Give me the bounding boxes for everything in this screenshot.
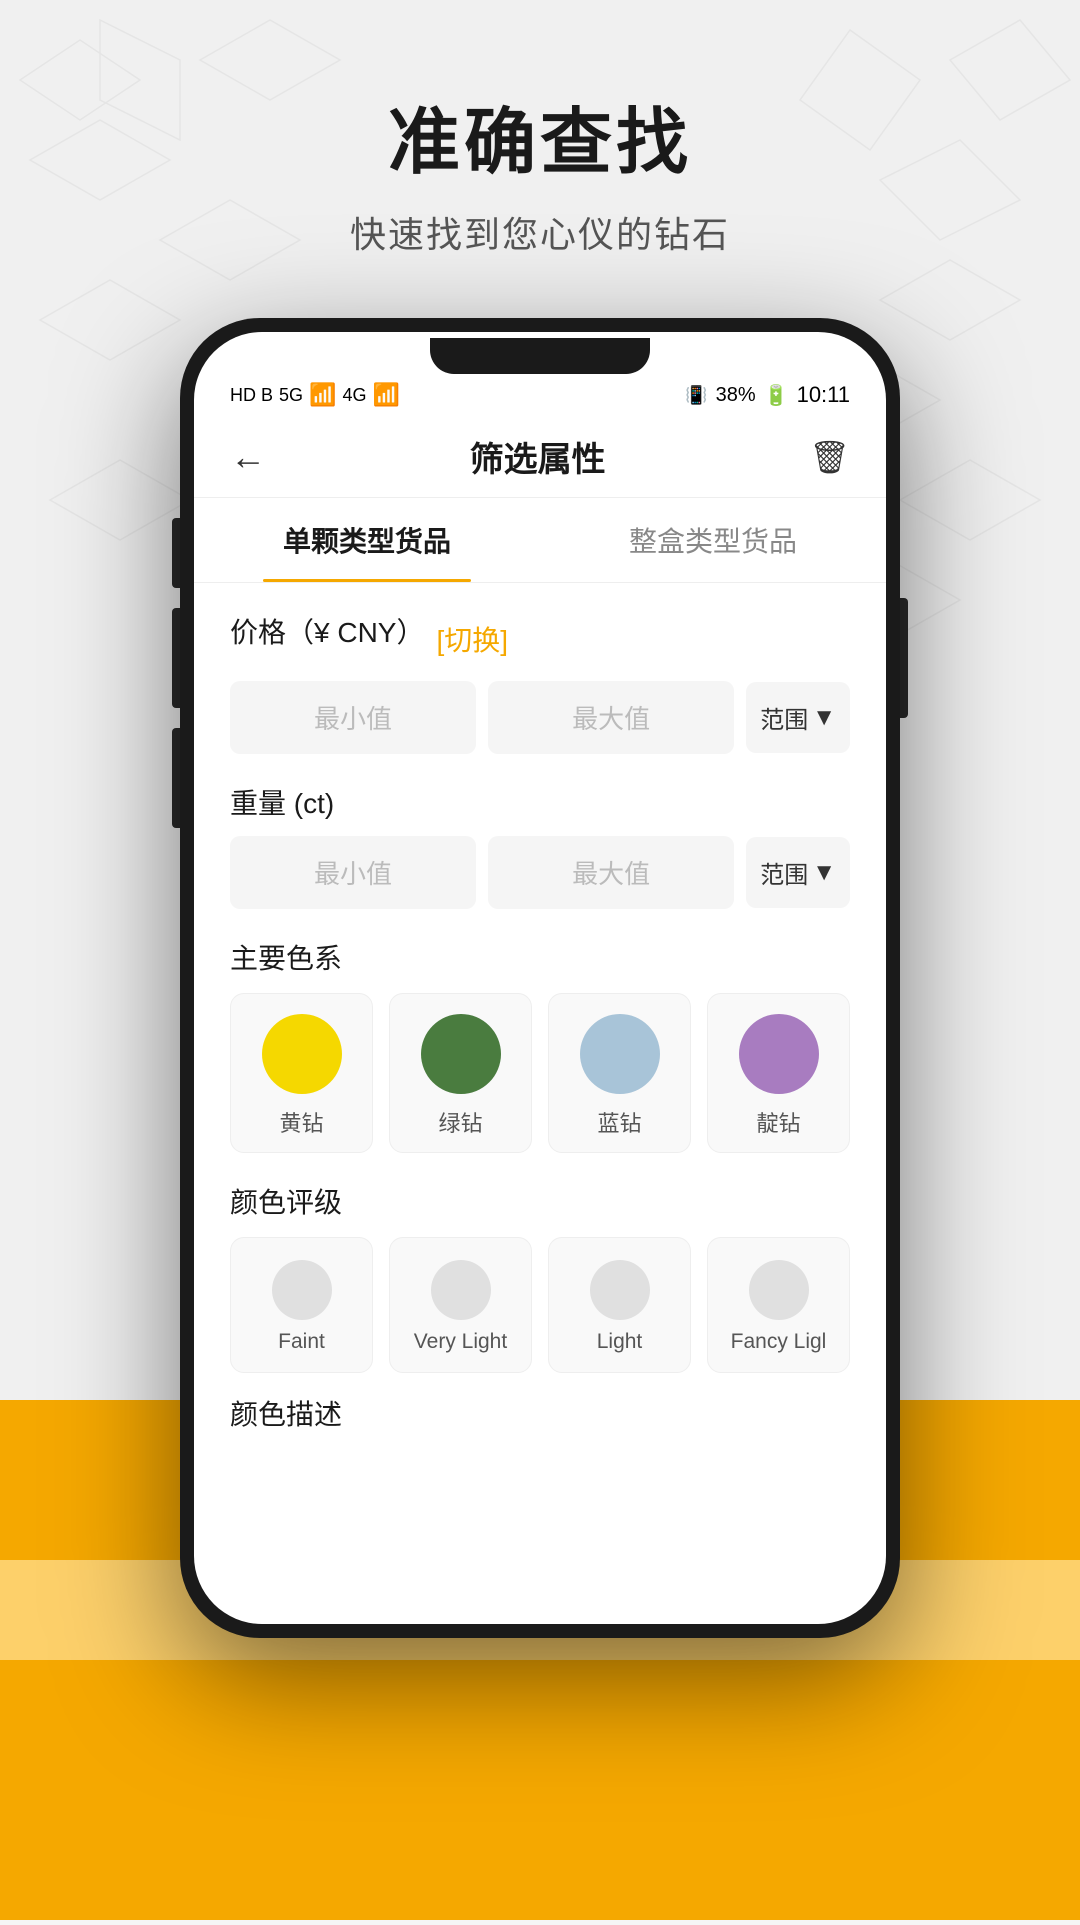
- page-container: 准确查找 快速找到您心仪的钻石 HD B 5G 📶 4G: [0, 0, 1080, 1920]
- faint-circle: [272, 1260, 332, 1320]
- purple-diamond-label: 靛钻: [756, 1106, 800, 1138]
- signal-4g: 4G: [342, 385, 366, 406]
- notch-area: [194, 332, 886, 374]
- chevron-down-icon: ▼: [812, 704, 836, 732]
- phone-mockup: HD B 5G 📶 4G 📶 📳 38% 🔋 10:11: [180, 318, 900, 1638]
- desc-section-label: 颜色描述: [230, 1399, 342, 1430]
- sub-title: 快速找到您心仪的钻石: [350, 206, 730, 258]
- page-title: 筛选属性: [470, 432, 606, 481]
- price-section: 价格（¥ CNY） [切换] 最小值 最大值 范围: [230, 611, 850, 754]
- price-range-dropdown[interactable]: 范围 ▼: [746, 682, 850, 753]
- phone-power-button: [900, 598, 908, 718]
- content-area: 价格（¥ CNY） [切换] 最小值 最大值 范围: [194, 583, 886, 1461]
- grade-card-light[interactable]: Light: [548, 1237, 691, 1373]
- battery-text: 38%: [716, 384, 756, 407]
- grade-light-label: Light: [597, 1330, 643, 1354]
- color-card-yellow[interactable]: 黄钻: [230, 993, 373, 1153]
- currency-switch-button[interactable]: [切换]: [436, 619, 508, 659]
- weight-input-row: 最小值 最大值 范围 ▼: [230, 836, 850, 909]
- color-section: 主要色系 黄钻 绿钻: [230, 937, 850, 1153]
- light-circle: [590, 1260, 650, 1320]
- trash-button[interactable]: 🗑: [809, 438, 850, 476]
- phone-volume-down-button: [172, 608, 180, 708]
- color-grid: 黄钻 绿钻 蓝钻 靛钻: [230, 993, 850, 1153]
- verylight-circle: [431, 1260, 491, 1320]
- green-diamond-label: 绿钻: [438, 1106, 482, 1138]
- status-left: HD B 5G 📶 4G 📶: [230, 382, 400, 408]
- signal-bars2: 📶: [372, 382, 399, 408]
- status-right: 📳 38% 🔋 10:11: [685, 382, 850, 408]
- tab-single[interactable]: 单颗类型货品: [194, 498, 540, 582]
- blue-diamond-label: 蓝钻: [597, 1106, 641, 1138]
- vibrate-icon: 📳: [685, 385, 707, 406]
- tab-bar: 单颗类型货品 整盒类型货品: [194, 498, 886, 583]
- grade-card-fancylight[interactable]: Fancy Ligl: [707, 1237, 850, 1373]
- grade-fancylight-label: Fancy Ligl: [731, 1330, 827, 1354]
- color-card-purple[interactable]: 靛钻: [707, 993, 850, 1153]
- signal-bars: 📶: [309, 382, 336, 408]
- fancylight-circle: [749, 1260, 809, 1320]
- signal-5g: 5G: [279, 385, 303, 406]
- grade-faint-label: Faint: [278, 1330, 325, 1354]
- price-max-input[interactable]: 最大值: [488, 681, 734, 754]
- purple-diamond-circle: [739, 1014, 819, 1094]
- grade-grid: Faint Very Light Light: [230, 1237, 850, 1373]
- price-label: 价格（¥ CNY）: [230, 611, 424, 651]
- price-input-row: 最小值 最大值 范围 ▼: [230, 681, 850, 754]
- phone-volume-up-button: [172, 518, 180, 588]
- grade-card-verylight[interactable]: Very Light: [389, 1237, 532, 1373]
- chevron-down-icon: ▼: [812, 859, 836, 887]
- weight-range-dropdown[interactable]: 范围 ▼: [746, 837, 850, 908]
- tab-box[interactable]: 整盒类型货品: [540, 498, 886, 582]
- color-card-green[interactable]: 绿钻: [389, 993, 532, 1153]
- phone-silent-button: [172, 728, 180, 828]
- weight-section: 重量 (ct) 最小值 最大值 范围 ▼: [230, 782, 850, 909]
- yellow-diamond-circle: [262, 1014, 342, 1094]
- weight-label: 重量 (ct): [230, 788, 334, 819]
- status-bar: HD B 5G 📶 4G 📶 📳 38% 🔋 10:11: [194, 374, 886, 412]
- phone-frame: HD B 5G 📶 4G 📶 📳 38% 🔋 10:11: [180, 318, 900, 1638]
- desc-section: 颜色描述: [230, 1393, 850, 1433]
- price-min-input[interactable]: 最小值: [230, 681, 476, 754]
- weight-min-input[interactable]: 最小值: [230, 836, 476, 909]
- green-diamond-circle: [421, 1014, 501, 1094]
- grade-verylight-label: Very Light: [414, 1330, 507, 1354]
- header-section: 准确查找 快速找到您心仪的钻石: [350, 0, 730, 298]
- back-button[interactable]: ←: [230, 436, 266, 478]
- weight-max-input[interactable]: 最大值: [488, 836, 734, 909]
- grade-section: 颜色评级 Faint Very Light: [230, 1181, 850, 1373]
- main-title: 准确查找: [350, 100, 730, 186]
- network-indicator: HD B: [230, 385, 273, 406]
- battery-icon: 🔋: [764, 383, 789, 408]
- time-display: 10:11: [797, 382, 850, 408]
- color-card-blue[interactable]: 蓝钻: [548, 993, 691, 1153]
- blue-diamond-circle: [580, 1014, 660, 1094]
- color-section-label: 主要色系: [230, 943, 342, 974]
- grade-section-label: 颜色评级: [230, 1187, 342, 1218]
- phone-screen: HD B 5G 📶 4G 📶 📳 38% 🔋 10:11: [194, 332, 886, 1624]
- grade-card-faint[interactable]: Faint: [230, 1237, 373, 1373]
- notch: [430, 338, 650, 374]
- app-header: ← 筛选属性 🗑: [194, 412, 886, 498]
- yellow-diamond-label: 黄钻: [279, 1106, 323, 1138]
